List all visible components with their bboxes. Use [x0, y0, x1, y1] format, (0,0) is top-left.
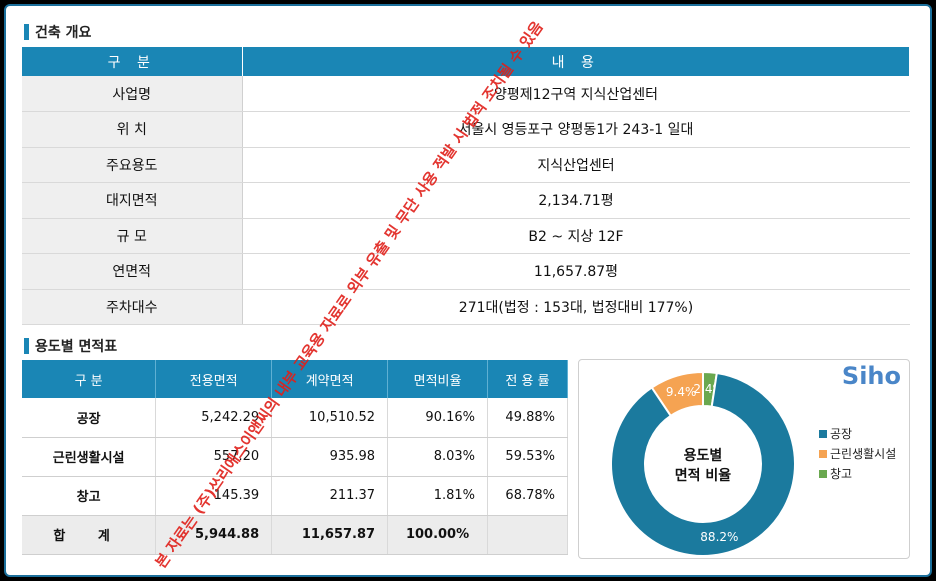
- overview-row-label: 대지면적: [22, 182, 243, 219]
- area-ratio-chart: Siho 9.4% 2.4% 88.2% 용도별 면적 비율 공장 근린생활시설 창고: [578, 359, 910, 559]
- overview-row-value: B2 ~ 지상 12F: [242, 218, 910, 254]
- donut-data-label: 9.4%: [666, 385, 697, 399]
- overview-row-label: 주요용도: [22, 147, 243, 183]
- area-section-title: 용도별 면적표: [24, 336, 117, 356]
- area-cell: 211.37: [271, 476, 389, 516]
- overview-row-value: 서울시 영등포구 양평동1가 243-1 일대: [242, 111, 910, 148]
- legend-label: 공장: [830, 427, 853, 441]
- area-cell: 59.53%: [487, 437, 568, 477]
- area-cell: 1.81%: [387, 476, 488, 516]
- legend-item: 근린생활시설: [819, 445, 896, 462]
- area-cell: 10,510.52: [271, 398, 389, 438]
- area-cell: 935.98: [271, 437, 389, 477]
- legend-swatch: [819, 429, 827, 438]
- area-cell: 68.78%: [487, 476, 568, 516]
- overview-row-value: 지식산업센터: [242, 147, 910, 183]
- area-header-cell: 전용면적: [155, 360, 273, 398]
- area-row-label: 창고: [22, 476, 157, 516]
- area-row: 창고 145.39 211.37 1.81% 68.78%: [22, 476, 568, 516]
- area-total-cell: 11,657.87: [271, 515, 389, 555]
- area-header-cell: 면적비율: [387, 360, 488, 398]
- area-row: 근린생활시설 557.20 935.98 8.03% 59.53%: [22, 437, 568, 477]
- area-cell: 90.16%: [387, 398, 488, 438]
- legend-label: 창고: [830, 467, 853, 481]
- overview-row: 주차대수 271대(법정 : 153대, 법정대비 177%): [22, 289, 910, 325]
- overview-title: 건축 개요: [35, 25, 92, 41]
- overview-row-label: 규 모: [22, 218, 243, 254]
- overview-row-label: 사업명: [22, 76, 243, 112]
- area-cell: 8.03%: [387, 437, 488, 477]
- area-total-cell: [487, 515, 568, 555]
- area-title: 용도별 면적표: [35, 339, 118, 355]
- area-total-cell: 100.00%: [387, 515, 488, 555]
- donut-center-label: 용도별: [684, 447, 723, 464]
- area-header-cell: 구 분: [22, 360, 157, 398]
- section-marker: [24, 338, 29, 354]
- overview-table: 구 분 내 용 사업명 양평제12구역 지식산업센터 위 치 서울시 영등포구 양평동…: [22, 47, 910, 325]
- donut-center-label: 면적 비율: [675, 467, 732, 484]
- donut-data-label: 88.2%: [700, 530, 738, 544]
- area-row-label: 공장: [22, 398, 157, 438]
- overview-row: 사업명 양평제12구역 지식산업센터: [22, 76, 910, 112]
- overview-row: 주요용도 지식산업센터: [22, 147, 910, 183]
- overview-row-value: 2,134.71평: [242, 182, 910, 219]
- area-row: 공장 5,242.29 10,510.52 90.16% 49.88%: [22, 398, 568, 438]
- overview-header-category: 구 분: [22, 47, 243, 76]
- area-cell: 49.88%: [487, 398, 568, 438]
- chart-legend: 공장근린생활시설창고: [819, 425, 896, 485]
- overview-header-content: 내 용: [242, 47, 910, 76]
- overview-section-title: 건축 개요: [24, 22, 91, 42]
- overview-row: 규 모 B2 ~ 지상 12F: [22, 218, 910, 254]
- overview-row-label: 주차대수: [22, 289, 243, 325]
- area-total-label: 합 계: [22, 515, 157, 555]
- legend-label: 근린생활시설: [830, 447, 897, 461]
- overview-row: 대지면적 2,134.71평: [22, 182, 910, 219]
- overview-row-label: 연면적: [22, 253, 243, 290]
- overview-row: 연면적 11,657.87평: [22, 253, 910, 290]
- legend-item: 창고: [819, 465, 896, 482]
- area-row-label: 근린생활시설: [22, 437, 157, 477]
- overview-row-value: 양평제12구역 지식산업센터: [242, 76, 910, 112]
- legend-swatch: [819, 449, 827, 458]
- section-marker: [24, 24, 29, 40]
- legend-item: 공장: [819, 425, 896, 442]
- legend-swatch: [819, 469, 827, 478]
- area-header-cell: 전 용 률: [487, 360, 568, 398]
- area-total-row: 합 계 5,944.88 11,657.87 100.00%: [22, 515, 568, 555]
- overview-row-label: 위 치: [22, 111, 243, 148]
